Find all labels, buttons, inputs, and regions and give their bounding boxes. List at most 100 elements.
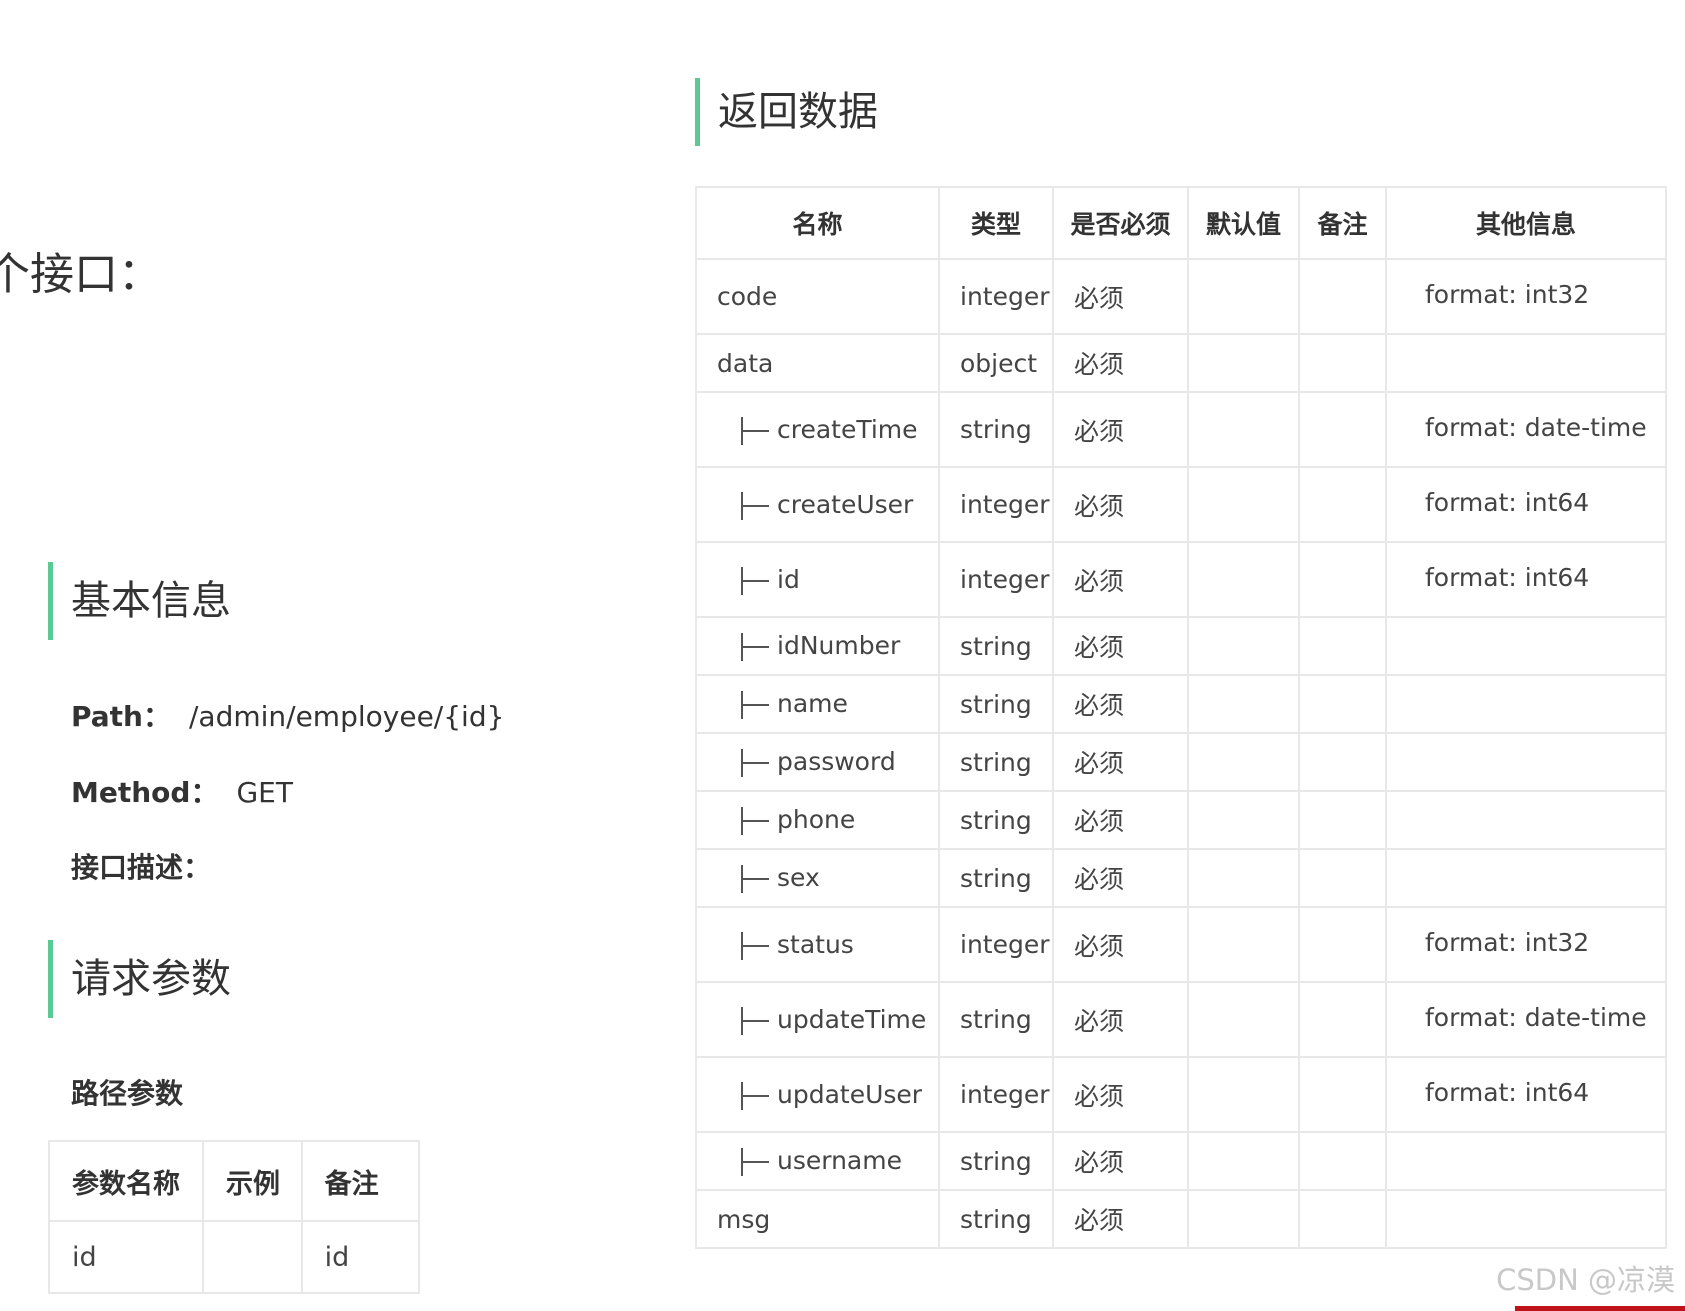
cell-field-name: username <box>695 1131 940 1191</box>
cell-default <box>1187 674 1300 734</box>
cell-default <box>1187 1189 1300 1249</box>
cell-default <box>1187 981 1300 1058</box>
cell-other-info <box>1385 616 1667 676</box>
header-required: 是否必须 <box>1052 186 1189 260</box>
tree-branch-icon <box>739 749 769 777</box>
header-type: 类型 <box>938 186 1054 260</box>
cell-default <box>1187 790 1300 850</box>
cell-type: string <box>938 981 1054 1058</box>
cell-remark <box>1298 1056 1387 1133</box>
cell-field-name: status <box>695 906 940 983</box>
cell-other-info <box>1385 674 1667 734</box>
cell-remark <box>1298 333 1387 393</box>
table-row: idNumber string 必须 <box>695 616 1667 676</box>
tree-branch-icon <box>739 633 769 661</box>
cell-required: 必须 <box>1052 1056 1189 1133</box>
table-row: id id <box>47 1220 421 1294</box>
field-name-text: createTime <box>777 414 918 444</box>
cell-default <box>1187 732 1300 792</box>
cell-field-name: idNumber <box>695 616 940 676</box>
cell-required: 必须 <box>1052 674 1189 734</box>
tree-branch-icon <box>739 566 769 595</box>
cell-other-info <box>1385 790 1667 850</box>
cell-default <box>1187 1056 1300 1133</box>
table-row: createTime string 必须 format: date-time <box>695 391 1667 468</box>
field-name-text: createUser <box>777 489 914 519</box>
cell-required: 必须 <box>1052 1131 1189 1191</box>
cut-off-heading: 个接口： <box>0 249 162 300</box>
cell-type: string <box>938 616 1054 676</box>
cell-other-info: format: date-time <box>1385 981 1667 1058</box>
return-table-header-row: 名称 类型 是否必须 默认值 备注 其他信息 <box>695 186 1667 260</box>
cell-field-name: data <box>695 333 940 393</box>
cell-type: string <box>938 790 1054 850</box>
cell-field-name: msg <box>695 1189 940 1249</box>
cell-other-info: format: int64 <box>1385 466 1667 543</box>
param-cell-remark: id <box>300 1220 421 1294</box>
cell-remark <box>1298 732 1387 792</box>
cell-required: 必须 <box>1052 616 1189 676</box>
cell-default <box>1187 258 1300 335</box>
cell-default <box>1187 466 1300 543</box>
cell-field-name: name <box>695 674 940 734</box>
cell-required: 必须 <box>1052 1189 1189 1249</box>
cell-type: string <box>938 732 1054 792</box>
header-other-info: 其他信息 <box>1385 186 1667 260</box>
table-row: msg string 必须 <box>695 1189 1667 1249</box>
field-name-text: data <box>717 348 774 378</box>
cell-field-name: createTime <box>695 391 940 468</box>
cell-remark <box>1298 466 1387 543</box>
table-row: sex string 必须 <box>695 848 1667 908</box>
param-cell-name: id <box>47 1220 205 1294</box>
cell-type: integer <box>938 541 1054 618</box>
cell-field-name: password <box>695 732 940 792</box>
cell-remark <box>1298 1189 1387 1249</box>
tree-branch-icon <box>739 807 769 835</box>
field-name-text: password <box>777 747 896 776</box>
tree-branch-icon <box>739 1081 769 1110</box>
cell-other-info: format: int32 <box>1385 258 1667 335</box>
cell-type: integer <box>938 258 1054 335</box>
cell-type: integer <box>938 466 1054 543</box>
cell-other-info <box>1385 732 1667 792</box>
cell-default <box>1187 848 1300 908</box>
cell-other-info: format: int64 <box>1385 1056 1667 1133</box>
method-row: Method： GET <box>71 771 293 811</box>
cell-field-name: code <box>695 258 940 335</box>
tree-branch-icon <box>739 416 769 445</box>
param-header-name: 参数名称 <box>47 1140 205 1222</box>
table-row: code integer 必须 format: int32 <box>695 258 1667 335</box>
cell-field-name: id <box>695 541 940 618</box>
path-value: /admin/employee/{id} <box>188 700 505 733</box>
cell-remark <box>1298 981 1387 1058</box>
cell-field-name: createUser <box>695 466 940 543</box>
table-row: createUser integer 必须 format: int64 <box>695 466 1667 543</box>
section-title-basic-info: 基本信息 <box>48 562 231 640</box>
cell-default <box>1187 541 1300 618</box>
table-row: id integer 必须 format: int64 <box>695 541 1667 618</box>
field-name-text: phone <box>777 805 856 834</box>
section-title-request-params: 请求参数 <box>48 940 231 1018</box>
cell-other-info <box>1385 333 1667 393</box>
cell-required: 必须 <box>1052 541 1189 618</box>
cell-type: integer <box>938 1056 1054 1133</box>
cell-remark <box>1298 391 1387 468</box>
cell-field-name: phone <box>695 790 940 850</box>
field-name-text: msg <box>717 1204 771 1234</box>
cell-required: 必须 <box>1052 790 1189 850</box>
field-name-text: username <box>777 1146 902 1175</box>
field-name-text: idNumber <box>777 631 901 660</box>
cell-type: string <box>938 848 1054 908</box>
path-label: Path： <box>71 700 171 733</box>
field-name-text: updateUser <box>777 1079 923 1109</box>
cell-type: string <box>938 1189 1054 1249</box>
cell-type: string <box>938 391 1054 468</box>
table-row: updateTime string 必须 format: date-time <box>695 981 1667 1058</box>
path-params-label: 路径参数 <box>71 1077 184 1110</box>
param-cell-example <box>202 1220 303 1294</box>
field-name-text: code <box>717 282 778 311</box>
table-row: updateUser integer 必须 format: int64 <box>695 1056 1667 1133</box>
cell-type: object <box>938 333 1054 393</box>
cell-other-info <box>1385 1189 1667 1249</box>
cell-default <box>1187 906 1300 983</box>
